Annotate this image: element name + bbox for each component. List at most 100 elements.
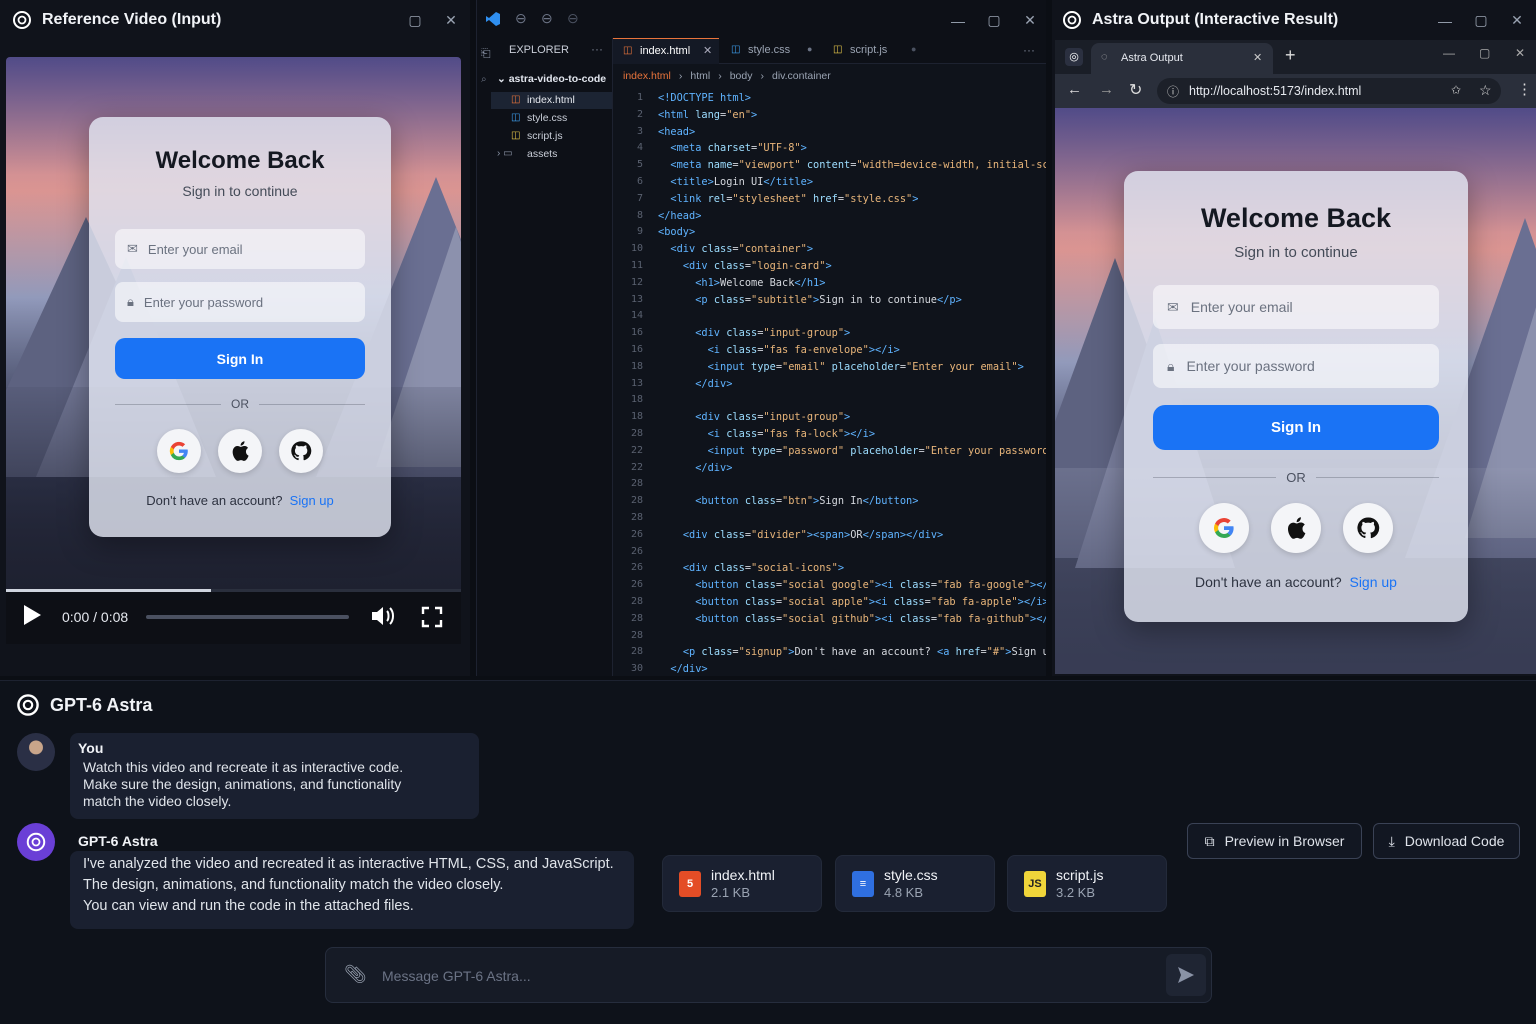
download-icon: ⤓ xyxy=(1388,832,1395,849)
close-icon[interactable]: ✕ xyxy=(1023,12,1037,29)
reference-title: Reference Video (Input) xyxy=(12,10,221,30)
sign-in-button[interactable]: Sign In xyxy=(115,338,365,379)
file-item-assets[interactable]: assets xyxy=(527,148,557,160)
close-icon[interactable]: ✕ xyxy=(1515,46,1525,60)
browser-tabstrip: ◎ ◌ Astra Output ✕ + — ▢ ✕ xyxy=(1055,40,1536,74)
maximize-icon[interactable]: ▢ xyxy=(1479,46,1490,60)
folder-icon: › ▭ xyxy=(497,148,513,159)
forward-icon[interactable]: ⊖ xyxy=(541,10,553,27)
tabs-more-icon[interactable]: ··· xyxy=(1023,43,1035,57)
site-info-icon[interactable]: ⓘ xyxy=(1167,83,1179,100)
fullscreen-icon[interactable] xyxy=(421,606,443,628)
password-input[interactable]: 🔒︎ Enter your password xyxy=(1153,344,1439,388)
email-input[interactable]: ✉ Enter your email xyxy=(1153,285,1439,329)
play-icon[interactable] xyxy=(24,605,41,625)
send-button[interactable] xyxy=(1166,954,1206,996)
back-icon[interactable]: ⊖ xyxy=(515,10,527,27)
line-number: 22 xyxy=(630,444,643,456)
tab-search-icon[interactable]: ◎ xyxy=(1065,48,1083,66)
attachment-style-css[interactable]: ≡ style.css 4.8 KB xyxy=(835,855,995,912)
sign-in-button[interactable]: Sign In xyxy=(1153,405,1439,450)
maximize-icon[interactable]: ▢ xyxy=(1474,12,1488,29)
minimize-icon[interactable]: — xyxy=(1443,46,1455,60)
editor-titlebar: ⊖ ⊖ ⊖ — ▢ ✕ xyxy=(477,0,1046,38)
video-scrubber[interactable] xyxy=(146,615,349,619)
close-icon[interactable]: ✕ xyxy=(444,12,458,29)
search-icon[interactable]: ⌕ xyxy=(481,74,487,85)
apple-button[interactable] xyxy=(1271,503,1321,553)
attachment-index-html[interactable]: 5 index.html 2.1 KB xyxy=(662,855,822,912)
file-item-script[interactable]: script.js xyxy=(527,130,563,142)
css-file-icon: ◫ xyxy=(511,112,521,123)
globe-icon: ◌ xyxy=(1101,51,1108,63)
preview-in-browser-button[interactable]: ⧉ Preview in Browser xyxy=(1187,823,1362,859)
bookmark-star-icon[interactable]: ☆ xyxy=(1479,82,1492,99)
vscode-icon xyxy=(486,12,500,26)
message-composer[interactable]: 📎︎ Message GPT-6 Astra... xyxy=(325,947,1212,1003)
history-icon[interactable]: ⊖ xyxy=(567,10,579,27)
address-bar[interactable]: ⓘ http://localhost:5173/index.html ✩ ☆ xyxy=(1157,78,1501,104)
line-number: 4 xyxy=(636,142,643,154)
tab-style-css[interactable]: ◫ style.css ● xyxy=(719,38,823,64)
browser-tab[interactable]: ◌ Astra Output ✕ xyxy=(1091,43,1273,74)
line-number: 16 xyxy=(630,327,643,339)
lock-icon: 🔒︎ xyxy=(1167,357,1175,374)
tab-close-icon[interactable]: ✕ xyxy=(1253,51,1262,64)
more-icon[interactable]: ··· xyxy=(591,42,603,56)
new-tab-icon[interactable]: + xyxy=(1285,45,1296,66)
code-editor-panel: ⊖ ⊖ ⊖ — ▢ ✕ ⎗ EXPLORER ··· ⌕ ⌄ astra-vid… xyxy=(476,0,1046,676)
login-subtitle: Sign in to continue xyxy=(182,183,298,199)
explorer-sidebar: ⎗ EXPLORER ··· ⌕ ⌄ astra-video-to-code ◫… xyxy=(477,38,613,676)
extensions-icon[interactable]: ✩ xyxy=(1451,83,1461,97)
file-item-style[interactable]: style.css xyxy=(527,112,567,124)
maximize-icon[interactable]: ▢ xyxy=(987,12,1001,29)
file-item-index[interactable]: index.html xyxy=(527,94,575,106)
line-number: 3 xyxy=(636,125,643,137)
bot-message-bubble: I've analyzed the video and recreated it… xyxy=(70,851,634,929)
password-placeholder: Enter your password xyxy=(1186,358,1315,374)
google-button[interactable] xyxy=(1199,503,1249,553)
code-content[interactable]: <!DOCTYPE html> <html lang="en"> <head> … xyxy=(658,90,1046,676)
minimize-icon[interactable]: — xyxy=(951,13,965,29)
apple-button[interactable] xyxy=(218,429,262,473)
breadcrumb-item[interactable]: div.container xyxy=(772,70,831,82)
minimize-icon[interactable]: — xyxy=(1438,13,1452,29)
breadcrumb-item[interactable]: index.html xyxy=(623,70,671,82)
breadcrumb-item[interactable]: html xyxy=(690,70,710,82)
tab-script-js[interactable]: ◫ script.js ● xyxy=(823,38,923,64)
line-number: 12 xyxy=(630,276,643,288)
email-input[interactable]: ✉ Enter your email xyxy=(115,229,365,269)
forward-icon[interactable]: → xyxy=(1099,81,1114,98)
files-icon[interactable]: ⎗ xyxy=(481,46,491,61)
maximize-icon[interactable]: ▢ xyxy=(408,12,422,29)
video-time: 0:00 / 0:08 xyxy=(62,609,129,625)
volume-icon[interactable] xyxy=(370,605,396,627)
google-icon xyxy=(1214,518,1234,538)
html-file-icon: ◫ xyxy=(511,94,521,105)
signup-link[interactable]: Sign up xyxy=(1349,574,1396,590)
github-button[interactable] xyxy=(279,429,323,473)
line-numbers: 1 2 3 4 5 6 7 8 9 10 11 12 13 14 16 16 18 13 18 18 28 22 22 28 2… xyxy=(613,90,643,676)
signup-link[interactable]: Sign up xyxy=(290,493,334,508)
line-number: 6 xyxy=(636,175,643,187)
line-number: 28 xyxy=(630,629,643,641)
envelope-icon: ✉ xyxy=(127,241,138,256)
line-number: 10 xyxy=(630,243,643,255)
browser-menu-icon[interactable]: ⋮ xyxy=(1517,80,1532,98)
reload-icon[interactable]: ↻ xyxy=(1129,80,1142,100)
attachment-script-js[interactable]: JS script.js 3.2 KB xyxy=(1007,855,1167,912)
back-icon[interactable]: ← xyxy=(1067,81,1082,98)
close-icon[interactable]: ✕ xyxy=(1510,12,1524,29)
paperclip-icon[interactable]: 📎︎ xyxy=(344,964,367,985)
google-button[interactable] xyxy=(157,429,201,473)
tab-close-icon[interactable]: ✕ xyxy=(703,44,712,57)
download-code-button[interactable]: ⤓ Download Code xyxy=(1373,823,1520,859)
tab-index-html[interactable]: ◫ index.html ✕ xyxy=(613,38,719,64)
video-frame[interactable]: Welcome Back Sign in to continue ✉ Enter … xyxy=(6,57,461,592)
browser-title-text: Astra Output (Interactive Result) xyxy=(1092,11,1339,28)
folder-root[interactable]: ⌄ astra-video-to-code xyxy=(497,73,606,85)
password-input[interactable]: 🔒︎ Enter your password xyxy=(115,282,365,322)
breadcrumb-item[interactable]: body xyxy=(730,70,753,82)
user-avatar xyxy=(17,733,55,771)
github-button[interactable] xyxy=(1343,503,1393,553)
